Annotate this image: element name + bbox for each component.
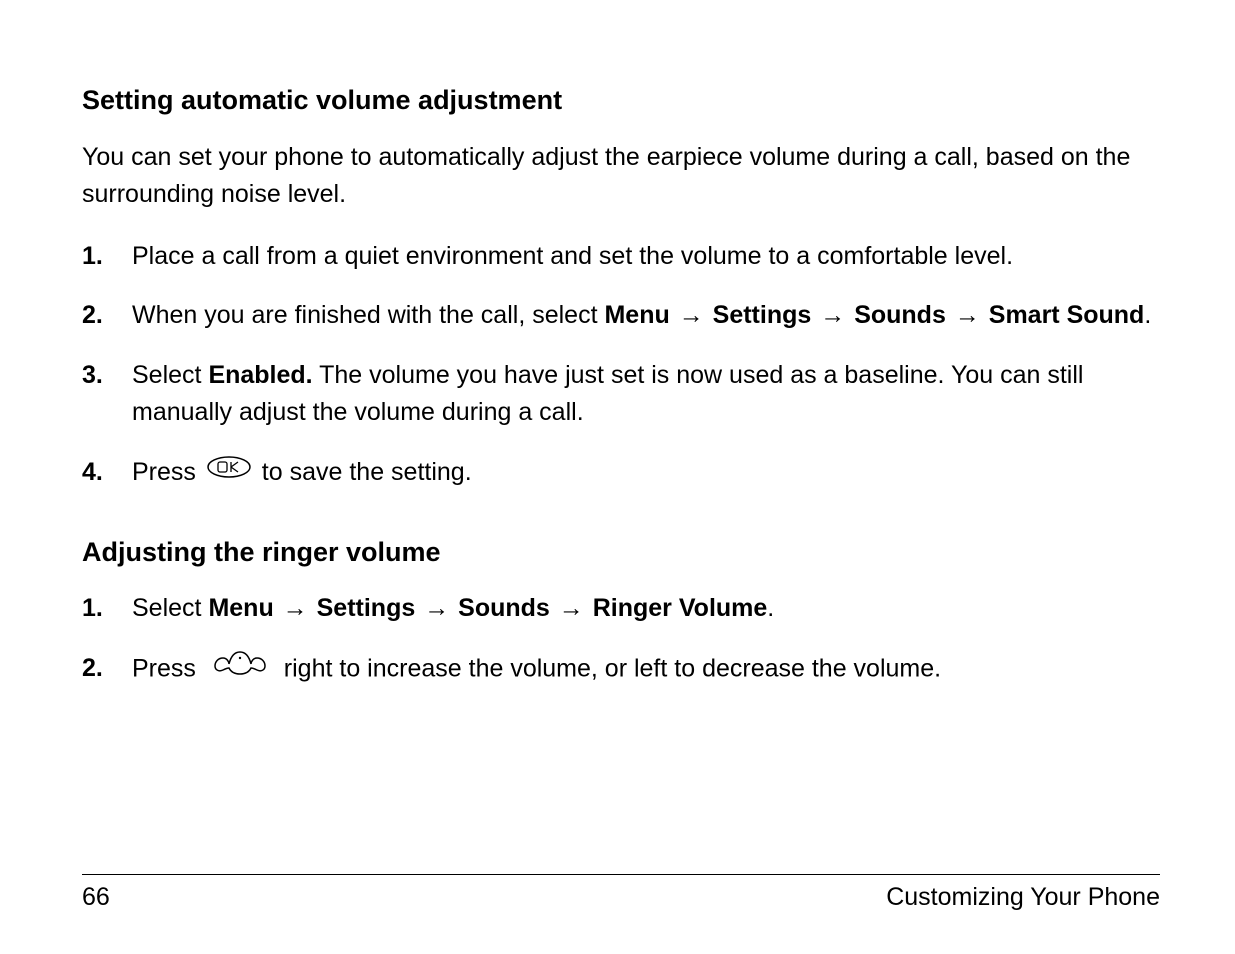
step-number: 4.	[82, 454, 132, 492]
steps-list-1: 1. Place a call from a quiet environment…	[82, 238, 1160, 492]
step-number: 1.	[82, 238, 132, 276]
step-text: Press to save the setting.	[132, 454, 1160, 492]
chapter-title: Customizing Your Phone	[886, 883, 1160, 912]
step-number: 2.	[82, 650, 132, 690]
list-item: 4. Press to save the setting.	[82, 454, 1160, 492]
steps-list-2: 1. Select Menu → Settings → Sounds → Rin…	[82, 590, 1160, 689]
step-text: Press right to increase the volume, or l…	[132, 650, 1160, 690]
step-text: Select Menu → Settings → Sounds → Ringer…	[132, 590, 1160, 628]
page-number: 66	[82, 883, 110, 912]
step-number: 3.	[82, 357, 132, 432]
step-text: Select Enabled. The volume you have just…	[132, 357, 1160, 432]
step-number: 2.	[82, 297, 132, 335]
navigation-key-icon	[209, 648, 271, 688]
list-item: 2. When you are finished with the call, …	[82, 297, 1160, 335]
list-item: 3. Select Enabled. The volume you have j…	[82, 357, 1160, 432]
step-text: When you are finished with the call, sel…	[132, 297, 1160, 335]
ok-button-icon	[207, 452, 251, 490]
intro-paragraph: You can set your phone to automatically …	[82, 139, 1160, 214]
heading-auto-volume: Setting automatic volume adjustment	[82, 80, 1160, 121]
step-number: 1.	[82, 590, 132, 628]
page-footer: 66 Customizing Your Phone	[82, 874, 1160, 912]
list-item: 1. Place a call from a quiet environment…	[82, 238, 1160, 276]
page-content: Setting automatic volume adjustment You …	[82, 80, 1160, 689]
list-item: 2. Press right to increase the volume, o…	[82, 650, 1160, 690]
step-text: Place a call from a quiet environment an…	[132, 238, 1160, 276]
heading-ringer-volume: Adjusting the ringer volume	[82, 532, 1160, 573]
list-item: 1. Select Menu → Settings → Sounds → Rin…	[82, 590, 1160, 628]
